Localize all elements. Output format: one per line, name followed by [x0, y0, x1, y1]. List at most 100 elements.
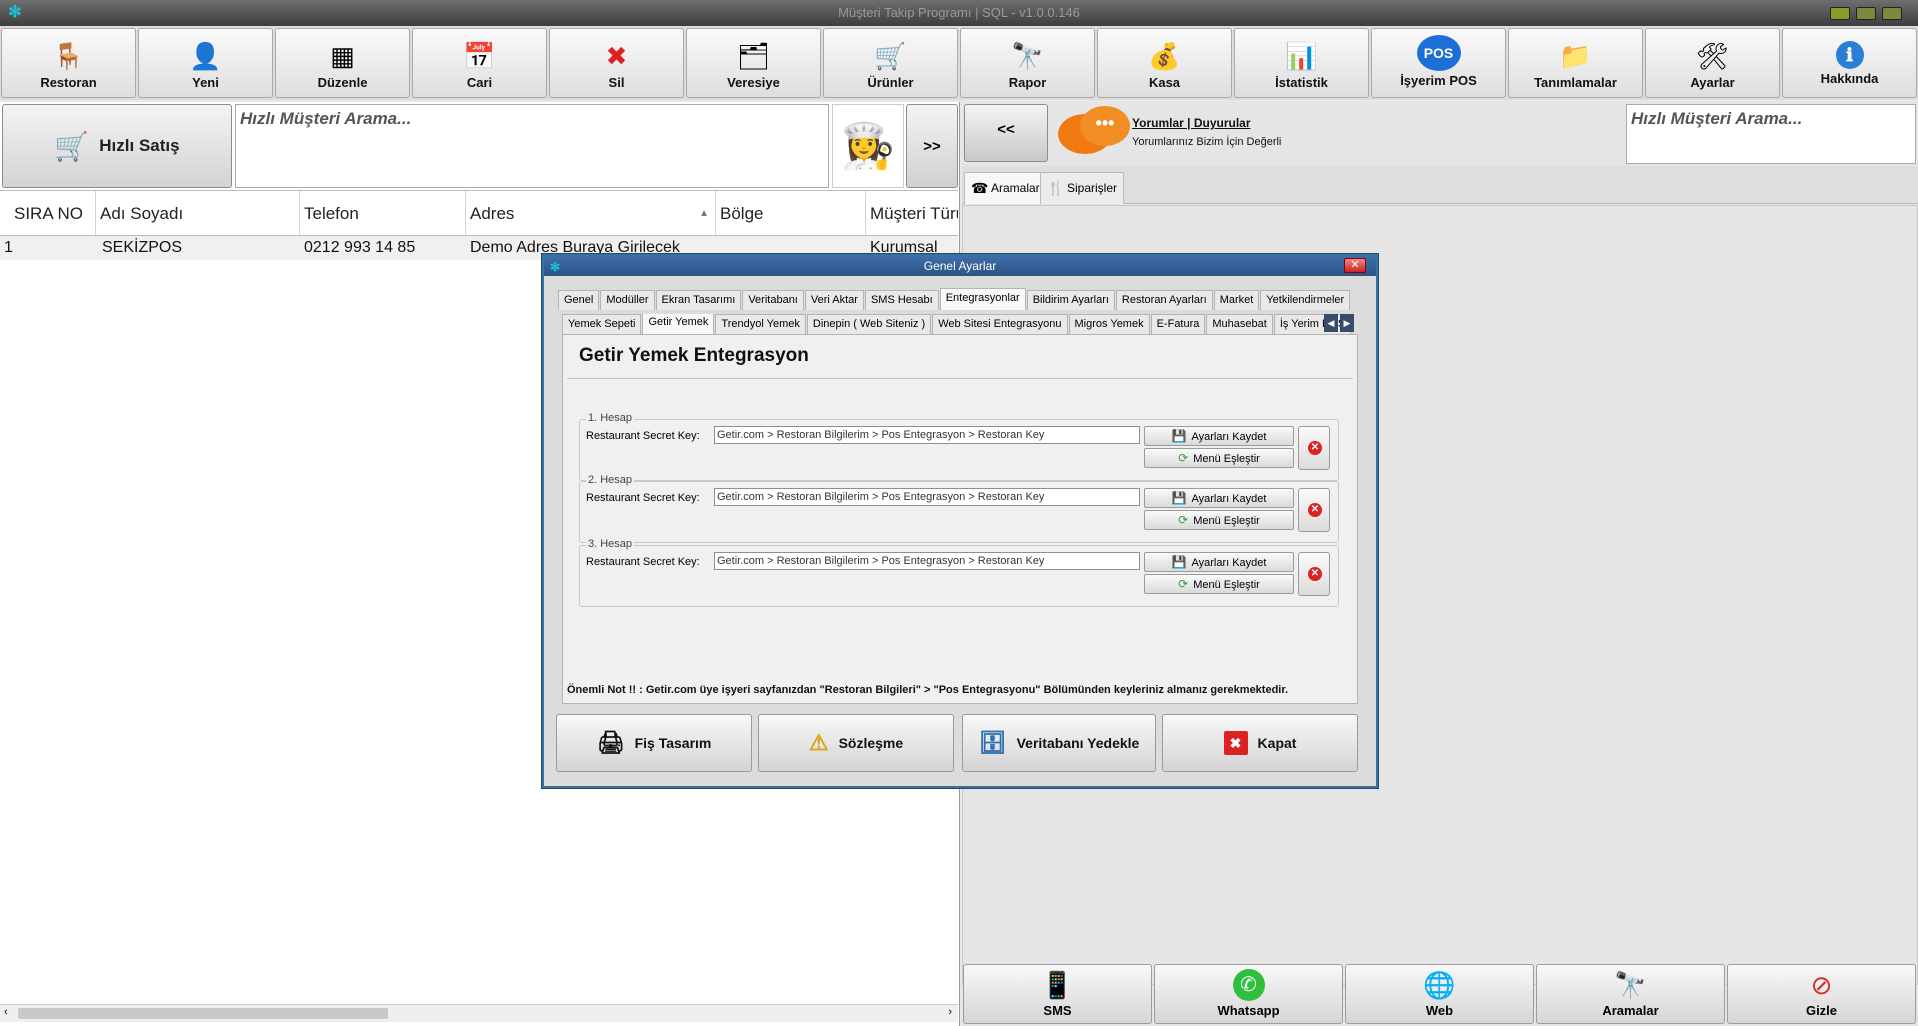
- tab-aramalar[interactable]: ☎ Aramalar: [964, 172, 1047, 204]
- announcements-link[interactable]: Yorumlar | Duyurular: [1132, 116, 1251, 130]
- tab-genel[interactable]: Genel: [558, 290, 600, 310]
- bottom-whatsapp-button[interactable]: ✆ Whatsapp: [1154, 964, 1343, 1024]
- maximize-button[interactable]: [1856, 7, 1876, 20]
- toolbar-button-label: Sil: [608, 75, 625, 90]
- binoculars-icon: 🔭: [1011, 41, 1044, 71]
- toolbar-rapor-button[interactable]: 🔭 Rapor: [960, 28, 1095, 98]
- floppy-disk-icon: 💾: [1171, 555, 1187, 569]
- tab-restoran-ayarları[interactable]: Restoran Ayarları: [1115, 290, 1213, 310]
- scroll-left-icon[interactable]: ‹: [4, 1006, 8, 1018]
- delete-account-button[interactable]: ✕: [1298, 552, 1330, 596]
- toolbar-tanımlamalar-button[interactable]: 📁 Tanımlamalar: [1508, 28, 1643, 98]
- tab-sms-hesabı[interactable]: SMS Hesabı: [864, 290, 939, 310]
- col-adres-label: Adres: [470, 204, 515, 223]
- account-group-1: 1. Hesap Restaurant Secret Key: Getir.com …: [579, 412, 1339, 481]
- delete-account-button[interactable]: ✕: [1298, 488, 1330, 532]
- tab-veritabanı[interactable]: Veritabanı: [742, 290, 804, 310]
- quick-customer-search-input[interactable]: Hızlı Müşteri Arama...: [235, 104, 829, 188]
- save-settings-button[interactable]: 💾 Ayarları Kaydet: [1144, 552, 1294, 572]
- save-settings-button[interactable]: 💾 Ayarları Kaydet: [1144, 488, 1294, 508]
- toolbar-düzenle-button[interactable]: ▦ Düzenle: [275, 28, 410, 98]
- bottom-button-label: Web: [1425, 1003, 1454, 1018]
- tab-getir-yemek[interactable]: Getir Yemek: [642, 314, 715, 334]
- tab-veri-aktar[interactable]: Veri Aktar: [804, 290, 864, 310]
- toolbar-hakkında-button[interactable]: ℹ Hakkında: [1782, 28, 1917, 98]
- tab-ekran-tasarımı[interactable]: Ekran Tasarımı: [655, 290, 742, 310]
- match-menu-button[interactable]: ⟳ Menü Eşleştir: [1144, 448, 1294, 468]
- scroll-right-icon[interactable]: ›: [948, 1006, 952, 1018]
- tab-scroll-right-icon[interactable]: ▶: [1340, 314, 1354, 332]
- secret-key-input[interactable]: Getir.com > Restoran Bilgilerim > Pos En…: [714, 488, 1140, 506]
- close-window-button[interactable]: [1882, 7, 1902, 20]
- tab-modüller[interactable]: Modüller: [600, 290, 655, 310]
- tab-trendyol-yemek[interactable]: Trendyol Yemek: [715, 314, 806, 334]
- bottom-button-label: SMS: [1043, 1003, 1072, 1018]
- cutlery-icon: 🍴: [1047, 180, 1065, 196]
- bottom-sms-button[interactable]: 📱 SMS: [963, 964, 1152, 1024]
- secret-key-input[interactable]: Getir.com > Restoran Bilgilerim > Pos En…: [714, 426, 1140, 444]
- announcement-icon[interactable]: •••: [1058, 106, 1136, 162]
- tab-entegrasyonlar[interactable]: Entegrasyonlar: [939, 288, 1026, 310]
- bottom-action-bar: 📱 SMS ✆ Whatsapp 🌐 Web 🔭 Aramalar ⊘ Gizle: [962, 964, 1918, 1026]
- tab-market[interactable]: Market: [1213, 290, 1260, 310]
- match-menu-button[interactable]: ⟳ Menü Eşleştir: [1144, 510, 1294, 530]
- bottom-web-button[interactable]: 🌐 Web: [1345, 964, 1534, 1024]
- dialog-close-button[interactable]: ✕: [1344, 258, 1366, 273]
- minimize-button[interactable]: [1830, 7, 1850, 20]
- dialog-close-button[interactable]: ✖ Kapat: [1162, 714, 1358, 772]
- folder-gear-icon: 📁: [1559, 41, 1592, 71]
- right-quick-search-input[interactable]: Hızlı Müşteri Arama...: [1626, 104, 1916, 164]
- secret-key-label: Restaurant Secret Key:: [586, 556, 700, 568]
- dialog-button-label: Veritabanı Yedekle: [1016, 735, 1140, 751]
- bottom-gizle-button[interactable]: ⊘ Gizle: [1727, 964, 1916, 1024]
- toolbar-kasa-button[interactable]: 💰 Kasa: [1097, 28, 1232, 98]
- app-icon: ✻: [8, 4, 22, 21]
- account-group-3: 3. Hesap Restaurant Secret Key: Getir.com …: [579, 538, 1339, 607]
- secret-key-label: Restaurant Secret Key:: [586, 430, 700, 442]
- delete-account-button[interactable]: ✕: [1298, 426, 1330, 470]
- tab-aramalar-label: Aramalar: [991, 181, 1040, 195]
- tab-siparisler[interactable]: 🍴 Siparişler: [1040, 172, 1125, 204]
- expand-right-button[interactable]: >>: [906, 104, 958, 188]
- toolbar-ayarlar-button[interactable]: 🛠 Ayarlar: [1645, 28, 1780, 98]
- bottom-aramalar-button[interactable]: 🔭 Aramalar: [1536, 964, 1725, 1024]
- tab-migros-yemek[interactable]: Migros Yemek: [1068, 314, 1150, 334]
- dialog-contract-button[interactable]: ⚠ Sözleşme: [758, 714, 954, 772]
- toolbar-cari-button[interactable]: 📅 Cari: [412, 28, 547, 98]
- col-musteri-turu[interactable]: Müşteri Türü: [866, 191, 958, 237]
- toolbar-button-label: İstatistik: [1275, 75, 1328, 90]
- dialog-backup-database-button[interactable]: 🗄 Veritabanı Yedekle: [962, 714, 1156, 772]
- tab-muhasebat[interactable]: Muhasebat: [1206, 314, 1273, 334]
- col-adres[interactable]: Adres ▲: [466, 191, 716, 237]
- col-telefon[interactable]: Telefon: [300, 191, 466, 237]
- tab-yetkilendirmeler[interactable]: Yetkilendirmeler: [1260, 290, 1351, 310]
- horizontal-scrollbar[interactable]: ‹ ›: [0, 1004, 958, 1022]
- col-bolge[interactable]: Bölge: [716, 191, 866, 237]
- save-settings-button[interactable]: 💾 Ayarları Kaydet: [1144, 426, 1294, 446]
- toolbar-sil-button[interactable]: ✖ Sil: [549, 28, 684, 98]
- col-adi-soyadi[interactable]: Adı Soyadı: [96, 191, 300, 237]
- tools-icon: 🛠: [1695, 41, 1729, 71]
- quick-sale-button[interactable]: 🛒 Hızlı Satış: [2, 104, 232, 188]
- match-menu-button[interactable]: ⟳ Menü Eşleştir: [1144, 574, 1294, 594]
- tab-web-sitesi-entegrasyonu[interactable]: Web Sitesi Entegrasyonu: [932, 314, 1068, 334]
- col-sira-no[interactable]: SIRA NO: [0, 191, 96, 237]
- tab-scroll-left-icon[interactable]: ◀: [1324, 314, 1338, 332]
- delete-icon: ✕: [1308, 441, 1322, 455]
- tab-bildirim-ayarları[interactable]: Bildirim Ayarları: [1026, 290, 1115, 310]
- tab-dinepin-web-siteniz-[interactable]: Dinepin ( Web Siteniz ): [806, 314, 932, 334]
- toolbar-veresiye-button[interactable]: 🗂 Veresiye: [686, 28, 821, 98]
- toolbar-yeni-button[interactable]: 👤 Yeni: [138, 28, 273, 98]
- info-icon: ℹ: [1835, 41, 1864, 69]
- tab-yemek-sepeti[interactable]: Yemek Sepeti: [562, 314, 642, 334]
- toolbar-i-şyerim-pos-button[interactable]: POS İşyerim POS: [1371, 28, 1506, 98]
- dialog-receipt-design-button[interactable]: 🖨 Fiş Tasarım: [556, 714, 752, 772]
- collapse-left-button[interactable]: <<: [964, 104, 1048, 162]
- secret-key-input[interactable]: Getir.com > Restoran Bilgilerim > Pos En…: [714, 552, 1140, 570]
- tab-e-fatura[interactable]: E-Fatura: [1150, 314, 1206, 334]
- sync-icon: ⟳: [1178, 451, 1189, 465]
- scrollbar-thumb[interactable]: [18, 1008, 388, 1019]
- toolbar-ürünler-button[interactable]: 🛒 Ürünler: [823, 28, 958, 98]
- toolbar-i-statistik-button[interactable]: 📊 İstatistik: [1234, 28, 1369, 98]
- toolbar-restoran-button[interactable]: 🪑 Restoran: [1, 28, 136, 98]
